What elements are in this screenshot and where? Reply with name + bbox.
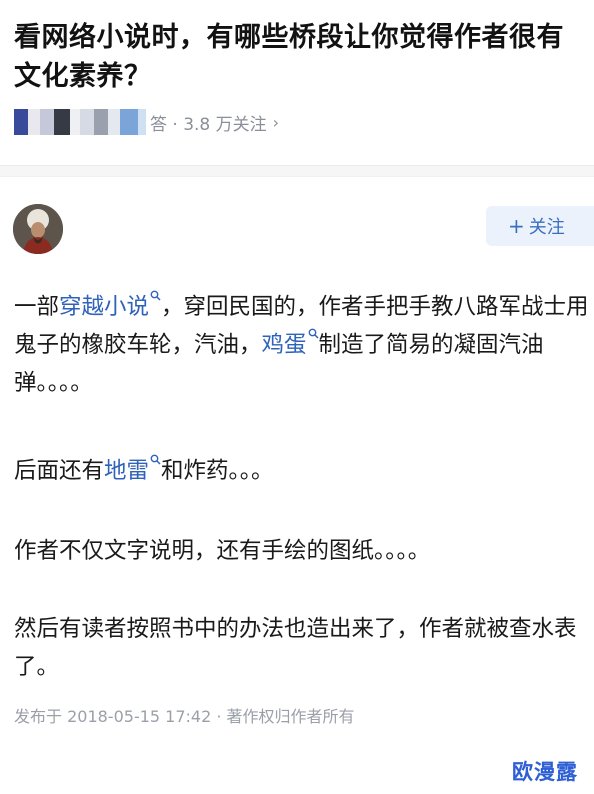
answer-paragraph-1: 一部穿越小说 ，穿回民国的，作者手把手教八路军战士用鬼子的橡胶车轮，汽油，鸡蛋 制造… [14, 288, 589, 402]
avatar-portrait-icon [13, 204, 63, 254]
search-icon[interactable] [307, 328, 319, 358]
author-avatar[interactable] [13, 204, 63, 254]
question-stats: 答 · 3.8 万关注 [150, 114, 267, 135]
section-divider [0, 165, 594, 177]
search-link[interactable]: 穿越小说 [59, 294, 149, 320]
follow-label: 关注 [528, 217, 565, 238]
search-link[interactable]: 地雷 [104, 458, 149, 484]
watermark-logo: 欧漫露 [512, 760, 578, 784]
answer-paragraph-4: 然后有读者按照书中的办法也造出来了，作者就被查水表了。 [14, 616, 577, 680]
question-meta[interactable]: 答 · 3.8 万关注 › [14, 108, 279, 136]
search-icon[interactable] [149, 290, 161, 320]
answer-paragraph-3: 作者不仅文字说明，还有手绘的图纸。。。。 [14, 538, 431, 564]
publish-info: 发布于 2018-05-15 17:42 · 著作权归作者所有 [14, 707, 355, 726]
answer-text: 和炸药。。。 [161, 458, 274, 484]
answer-text: 一部 [14, 294, 60, 320]
question-title[interactable]: 看网络小说时，有哪些桥段让你觉得作者很有文化素养？ [14, 18, 584, 96]
answer-text: 后面还有 [14, 458, 105, 484]
plus-icon: + [508, 214, 525, 238]
pixelated-redaction [14, 109, 146, 135]
search-icon[interactable] [149, 454, 161, 484]
answer-paragraph-2: 后面还有地雷 和炸药。。。 [14, 452, 589, 490]
follow-button[interactable]: + 关注 [486, 206, 594, 246]
chevron-right-icon: › [272, 112, 280, 132]
search-link[interactable]: 鸡蛋 [262, 332, 307, 358]
question-header: 看网络小说时，有哪些桥段让你觉得作者很有文化素养？ [14, 18, 584, 96]
